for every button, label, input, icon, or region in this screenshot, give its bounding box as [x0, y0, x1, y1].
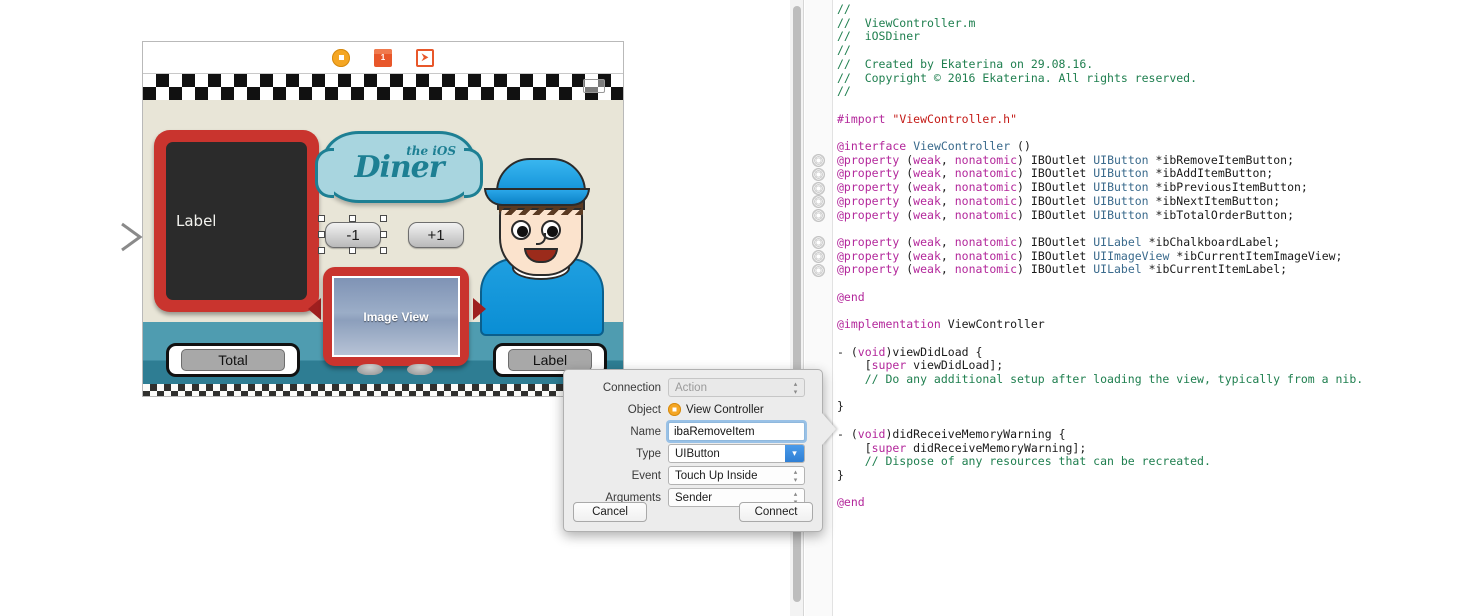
exit-glyph: ⮞: [421, 51, 429, 63]
outlet-connection-dot[interactable]: [812, 236, 825, 250]
total-order-button-label: Total: [181, 349, 285, 371]
event-stepper-icon: ▴ ▾: [791, 469, 800, 484]
current-item-image-view[interactable]: Image View: [323, 267, 469, 375]
checker-border-bottom: [143, 384, 623, 396]
name-field-shell: ibaRemoveItem: [668, 422, 805, 441]
checker-border-top: [143, 74, 623, 100]
stepper-up-glyph: ▴: [793, 469, 798, 476]
handle-e[interactable]: [380, 231, 387, 238]
connect-button[interactable]: Connect: [739, 502, 813, 522]
outlet-connection-dot[interactable]: [812, 167, 825, 181]
outlet-connection-dot[interactable]: [812, 263, 825, 277]
total-order-button[interactable]: Total: [160, 343, 306, 378]
row-type: Type UIButton ▾: [564, 443, 822, 464]
first-responder-icon[interactable]: 1: [374, 48, 392, 67]
event-value: Touch Up Inside: [675, 469, 758, 482]
object-label: Object: [627, 403, 661, 416]
app-preview: Label Diner the iOS -1 +1 Image View Tot…: [143, 74, 623, 396]
type-combobox[interactable]: UIButton ▾: [668, 444, 805, 463]
code-editor-pane[interactable]: //// ViewController.m// iOSDiner//// Cre…: [790, 0, 1474, 616]
row-name: Name ibaRemoveItem: [564, 421, 822, 442]
add-item-button[interactable]: +1: [408, 222, 464, 248]
outlet-connection-dot[interactable]: [812, 181, 825, 195]
image-view-label: Image View: [363, 309, 429, 324]
previous-item-arrow[interactable]: [308, 298, 321, 320]
waiter-character: [478, 136, 606, 336]
handle-s[interactable]: [349, 247, 356, 254]
handle-sw[interactable]: [318, 247, 325, 254]
outlet-connection-dot[interactable]: [812, 250, 825, 264]
add-item-button-label: +1: [427, 226, 445, 244]
row-connection: Connection Action ▴ ▾: [564, 377, 822, 398]
chevron-down-icon[interactable]: ▾: [785, 445, 804, 462]
next-item-arrow[interactable]: [473, 298, 486, 320]
monitor-foot-left: [357, 364, 383, 375]
image-view-surface: Image View: [332, 276, 460, 357]
event-popup[interactable]: Touch Up Inside ▴ ▾: [668, 466, 805, 485]
handle-se[interactable]: [380, 247, 387, 254]
chalkboard[interactable]: Label: [154, 130, 319, 312]
handle-nw[interactable]: [318, 215, 325, 222]
first-responder-glyph: 1: [380, 53, 386, 62]
chalkboard-surface: Label: [166, 142, 307, 300]
handle-n[interactable]: [349, 215, 356, 222]
name-input[interactable]: ibaRemoveItem: [668, 422, 805, 441]
connection-popup[interactable]: Action ▴ ▾: [668, 378, 805, 397]
diner-logo-superscript: the iOS: [406, 144, 456, 158]
arguments-value: Sender: [675, 491, 713, 504]
exit-icon[interactable]: ⮞: [416, 48, 434, 67]
view-controller-icon-small: [668, 403, 681, 416]
connection-popover[interactable]: Connection Action ▴ ▾ Object View Contro…: [563, 369, 823, 532]
chalkboard-label[interactable]: Label: [176, 212, 216, 230]
popover-pointer: [822, 413, 836, 445]
object-value-group[interactable]: View Controller: [668, 403, 764, 416]
diner-logo: Diner the iOS: [315, 131, 483, 203]
monitor-foot-right: [407, 364, 433, 375]
stepper-down-glyph: ▾: [793, 477, 798, 484]
waiter-eye-left: [511, 220, 531, 240]
stepper-down-glyph: ▾: [793, 389, 798, 396]
connection-drag-arrow: [48, 222, 143, 252]
connection-value: Action: [675, 381, 707, 394]
xcode-window: 1 ⮞ Label Diner the iOS -1 +1 Image View…: [0, 0, 1474, 616]
handle-w[interactable]: [318, 231, 325, 238]
scene-dock: 1 ⮞: [143, 42, 623, 74]
cancel-button[interactable]: Cancel: [573, 502, 647, 522]
storyboard-scene[interactable]: 1 ⮞ Label Diner the iOS -1 +1 Image View…: [142, 41, 624, 397]
handle-ne[interactable]: [380, 215, 387, 222]
chevron-down-glyph: ▾: [792, 448, 797, 458]
view-controller-icon[interactable]: [332, 48, 350, 67]
outlet-connection-dot[interactable]: [812, 154, 825, 168]
type-label: Type: [636, 447, 661, 460]
event-label: Event: [631, 469, 661, 482]
connection-label: Connection: [602, 381, 661, 394]
type-value: UIButton: [675, 447, 720, 460]
outlet-connection-dot[interactable]: [812, 209, 825, 222]
connection-stepper-icon: ▴ ▾: [791, 381, 800, 396]
object-value: View Controller: [686, 403, 764, 416]
stepper-up-glyph: ▴: [793, 491, 798, 498]
row-object: Object View Controller: [564, 399, 822, 420]
source-code[interactable]: //// ViewController.m// iOSDiner//// Cre…: [837, 0, 1474, 616]
outlet-connection-dot[interactable]: [812, 195, 825, 209]
overlapping-view-marker: [583, 79, 605, 93]
selection-handles: [318, 215, 388, 255]
current-item-label-text: Label: [508, 349, 592, 371]
stepper-up-glyph: ▴: [793, 381, 798, 388]
row-event: Event Touch Up Inside ▴ ▾: [564, 465, 822, 486]
waiter-cap-brim: [484, 188, 590, 206]
name-label: Name: [630, 425, 661, 438]
